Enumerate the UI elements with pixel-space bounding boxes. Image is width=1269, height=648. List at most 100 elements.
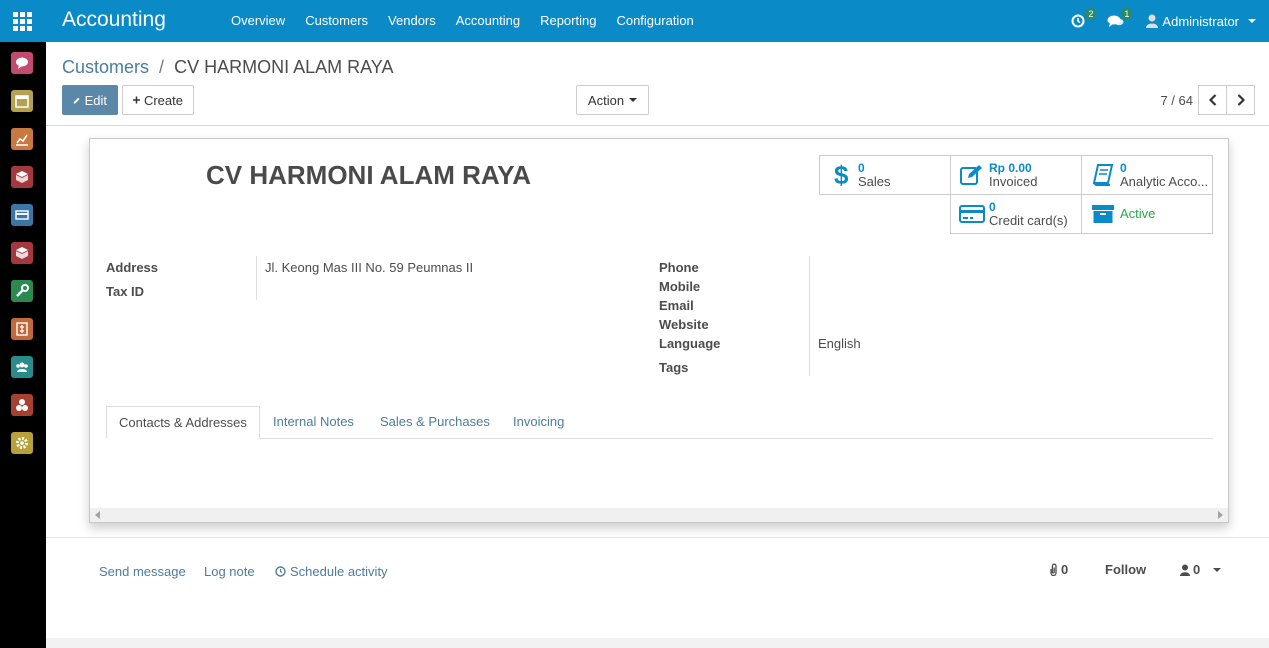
apps-menu-icon[interactable] — [13, 12, 32, 31]
notebook-tabs: Contacts & Addresses Internal Notes Sale… — [106, 406, 1213, 439]
svg-text:$: $ — [834, 162, 848, 188]
pencil-square-icon — [960, 165, 982, 185]
edit-label: Edit — [84, 92, 107, 108]
analytic-value: 0 — [1120, 161, 1127, 175]
menu-customers[interactable]: Customers — [295, 0, 378, 42]
box2-icon — [16, 247, 28, 259]
sidebar-app-apps[interactable] — [11, 394, 33, 416]
form-view: CV HARMONI ALAM RAYA $ 0 Sales Rp 0.00 I… — [46, 126, 1269, 536]
clock-icon — [275, 566, 286, 577]
credit-value: 0 — [989, 200, 996, 214]
address-value: Jl. Keong Mas III No. 59 Peumnas II — [265, 260, 474, 275]
followers-button[interactable]: 0 — [1180, 562, 1222, 577]
people-icon — [16, 362, 28, 372]
attachments-count: 0 — [1061, 562, 1069, 577]
user-name: Administrator — [1162, 13, 1239, 29]
form-sheet: CV HARMONI ALAM RAYA $ 0 Sales Rp 0.00 I… — [89, 138, 1229, 523]
sidebar-app-stock[interactable] — [11, 242, 33, 264]
address-label: Address — [106, 260, 159, 275]
top-navbar: Accounting Overview Customers Vendors Ac… — [0, 0, 1269, 42]
menu-accounting[interactable]: Accounting — [446, 0, 530, 42]
log-note-button[interactable]: Log note — [204, 564, 255, 579]
language-label: Language — [659, 336, 721, 351]
sidebar-app-payments[interactable] — [11, 204, 33, 226]
email-label: Email — [659, 298, 694, 313]
sidebar-app-settings[interactable] — [11, 432, 33, 454]
phone-label: Phone — [659, 260, 699, 275]
sidebar-app-inventory[interactable] — [11, 166, 33, 188]
chart-icon — [16, 134, 28, 146]
archive-icon — [1092, 205, 1114, 223]
tab-invoicing[interactable]: Invoicing — [513, 406, 564, 439]
paperclip-icon — [1050, 563, 1057, 576]
scroll-right-icon[interactable] — [1218, 511, 1223, 519]
sales-value: 0 — [858, 161, 865, 175]
tab-contacts-addresses[interactable]: Contacts & Addresses — [106, 406, 260, 439]
menu-reporting[interactable]: Reporting — [530, 0, 606, 42]
app-sidebar — [0, 42, 46, 648]
sales-smart-button[interactable]: $ 0 Sales — [819, 155, 951, 195]
menu-vendors[interactable]: Vendors — [378, 0, 446, 42]
box-icon — [16, 171, 28, 183]
action-caret-icon — [629, 98, 638, 102]
invoiced-label: Invoiced — [989, 175, 1038, 189]
edit-button[interactable]: Edit — [62, 85, 118, 115]
pager-previous-button[interactable] — [1198, 85, 1227, 115]
right-group-divider — [809, 256, 810, 376]
tags-label: Tags — [659, 360, 689, 375]
attachments-button[interactable]: 0 — [1049, 562, 1068, 577]
scroll-left-icon[interactable] — [95, 511, 100, 519]
create-button[interactable]: Create — [122, 85, 194, 115]
card-icon — [15, 210, 29, 220]
systray: 2 1 Administrator — [1071, 0, 1269, 42]
breadcrumb: Customers / CV HARMONI ALAM RAYA — [62, 57, 393, 78]
sidebar-app-contacts[interactable] — [11, 356, 33, 378]
credit-label: Credit card(s) — [989, 214, 1068, 228]
cubes-icon — [16, 399, 28, 411]
horizontal-scrollbar[interactable] — [90, 508, 1228, 522]
credit-card-smart-button[interactable]: 0 Credit card(s) — [950, 194, 1082, 234]
user-avatar-icon — [1146, 14, 1159, 28]
invoiced-smart-button[interactable]: Rp 0.00 Invoiced — [950, 155, 1082, 195]
sidebar-app-discuss[interactable] — [11, 52, 33, 74]
left-group-divider — [256, 256, 257, 300]
smart-buttons: $ 0 Sales Rp 0.00 Invoiced 0 Analytic Ac… — [819, 155, 1213, 234]
schedule-activity-button[interactable]: Schedule activity — [275, 564, 388, 579]
sidebar-app-tools[interactable] — [11, 280, 33, 302]
messages-badge: 1 — [1121, 8, 1133, 20]
analytic-smart-button[interactable]: 0 Analytic Acco... — [1081, 155, 1213, 195]
action-label: Action — [587, 92, 625, 108]
book-icon — [1092, 164, 1114, 186]
settings-icon — [16, 437, 28, 449]
messaging-menu[interactable]: 1 — [1107, 8, 1133, 28]
follow-button[interactable]: Follow — [1105, 562, 1146, 577]
pager-next-button[interactable] — [1226, 85, 1255, 115]
invoiced-value: Rp 0.00 — [989, 161, 1032, 175]
tax-id-label: Tax ID — [106, 284, 145, 299]
menu-overview[interactable]: Overview — [221, 0, 295, 42]
user-icon — [1180, 564, 1190, 576]
plus-icon — [133, 96, 140, 104]
active-toggle-button[interactable]: Active — [1081, 194, 1213, 234]
activity-badge: 2 — [1085, 8, 1097, 20]
sidebar-app-reporting[interactable] — [11, 128, 33, 150]
action-dropdown[interactable]: Action — [576, 85, 649, 115]
menu-configuration[interactable]: Configuration — [606, 0, 703, 42]
top-menu: Overview Customers Vendors Accounting Re… — [221, 0, 704, 42]
tab-internal-notes[interactable]: Internal Notes — [273, 406, 354, 439]
mobile-label: Mobile — [659, 279, 701, 294]
credit-card-icon — [959, 205, 985, 223]
sidebar-app-invoicing[interactable] — [11, 318, 33, 340]
send-message-button[interactable]: Send message — [99, 564, 186, 579]
active-label: Active — [1120, 207, 1156, 221]
activity-menu[interactable]: 2 — [1071, 8, 1097, 28]
follow-label: Follow — [1105, 562, 1147, 577]
pencil-icon — [73, 97, 80, 104]
sidebar-app-calendar[interactable] — [11, 90, 33, 112]
user-menu[interactable]: Administrator — [1146, 14, 1256, 29]
breadcrumb-customers[interactable]: Customers — [62, 57, 149, 77]
breadcrumb-separator: / — [159, 57, 165, 77]
send-message-label: Send message — [99, 564, 186, 579]
tab-sales-purchases[interactable]: Sales & Purchases — [380, 406, 490, 439]
pager-value[interactable]: 7 / 64 — [1160, 93, 1193, 108]
